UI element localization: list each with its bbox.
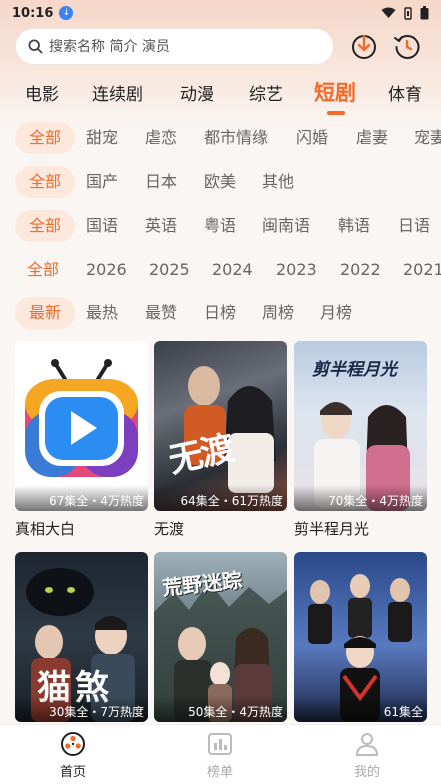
filter-region-option[interactable]: 欧美 bbox=[204, 166, 236, 198]
filter-region-option[interactable]: 国产 bbox=[86, 166, 118, 198]
drama-title: 无渡 bbox=[154, 520, 185, 538]
user-icon bbox=[355, 733, 379, 756]
nav-ranking-label: 榜单 bbox=[206, 765, 233, 780]
filter-language-option[interactable]: 韩语 bbox=[338, 210, 370, 242]
history-icon[interactable] bbox=[393, 32, 421, 60]
episode-heat-label: 50集全・4万热度 bbox=[154, 696, 287, 722]
drama-card[interactable]: 无渡 64集全・61万热度 无渡 bbox=[154, 341, 287, 539]
tab-anime[interactable]: 动漫 bbox=[180, 80, 214, 105]
active-tab-indicator bbox=[327, 111, 345, 115]
sort-option[interactable]: 月榜 bbox=[320, 297, 352, 329]
drama-title: 剪半程月光 bbox=[294, 520, 370, 538]
filter-genre-option[interactable]: 虐妻 bbox=[356, 122, 388, 154]
filter-row-language: 全部 国语 英语 粤语 闽南语 韩语 日语 bbox=[0, 210, 441, 242]
nav-profile-label: 我的 bbox=[353, 765, 380, 780]
search-input[interactable] bbox=[49, 38, 309, 55]
filter-genre-option[interactable]: 虐恋 bbox=[145, 122, 177, 154]
tab-sports[interactable]: 体育 bbox=[388, 80, 422, 105]
filter-language-option[interactable]: 日语 bbox=[398, 210, 430, 242]
filter-language-option[interactable]: 英语 bbox=[145, 210, 177, 242]
filter-year-option[interactable]: 2021 bbox=[403, 254, 441, 286]
download-icon[interactable] bbox=[350, 32, 378, 60]
status-bar: 10:16 ↓ bbox=[0, 0, 441, 26]
episode-heat-label: 30集全・7万热度 bbox=[15, 696, 148, 722]
poster-image[interactable]: 猫煞 30集全・7万热度 bbox=[15, 552, 148, 722]
filter-row-year: 全部 2026 2025 2024 2023 2022 2021 bbox=[0, 254, 441, 286]
filter-row-genre: 全部 甜宠 虐恋 都市情缘 闪婚 虐妻 宠妻 bbox=[0, 122, 441, 154]
vibrate-icon bbox=[404, 6, 412, 20]
filter-genre-option[interactable]: 甜宠 bbox=[86, 122, 118, 154]
filter-year-option[interactable]: 2025 bbox=[149, 254, 190, 286]
filter-language-option[interactable]: 粤语 bbox=[204, 210, 236, 242]
filter-region-all[interactable]: 全部 bbox=[15, 166, 76, 198]
drama-card[interactable]: 荒野迷踪 50集全・4万热度 bbox=[154, 552, 287, 729]
bottom-navigation: 首页 榜单 我的 bbox=[0, 724, 441, 784]
film-reel-icon bbox=[61, 732, 85, 756]
episode-heat-label: 61集全 bbox=[294, 696, 427, 722]
episode-heat-label: 67集全・4万热度 bbox=[15, 485, 148, 511]
download-notification-icon: ↓ bbox=[59, 6, 74, 20]
nav-ranking[interactable]: 榜单 bbox=[180, 731, 260, 780]
sort-option[interactable]: 日榜 bbox=[204, 297, 236, 329]
chart-icon bbox=[208, 733, 232, 755]
filter-year-option[interactable]: 2026 bbox=[86, 254, 127, 286]
episode-heat-label: 70集全・4万热度 bbox=[294, 485, 427, 511]
filter-region-option[interactable]: 其他 bbox=[262, 166, 294, 198]
battery-icon bbox=[420, 6, 429, 20]
tab-variety[interactable]: 综艺 bbox=[249, 80, 283, 105]
nav-profile[interactable]: 我的 bbox=[327, 731, 407, 780]
drama-card[interactable]: 猫煞 30集全・7万热度 bbox=[15, 552, 148, 729]
sort-latest[interactable]: 最新 bbox=[15, 297, 76, 329]
nav-home[interactable]: 首页 bbox=[33, 731, 113, 780]
filter-row-sort: 最新 最热 最赞 日榜 周榜 月榜 bbox=[0, 297, 441, 329]
filter-genre-all[interactable]: 全部 bbox=[15, 122, 76, 154]
drama-card[interactable]: 67集全・4万热度 真相大白 bbox=[15, 341, 148, 539]
poster-image[interactable]: 无渡 64集全・61万热度 bbox=[154, 341, 287, 511]
poster-image[interactable]: 剪半程月光 70集全・4万热度 bbox=[294, 341, 427, 511]
filter-genre-option[interactable]: 闪婚 bbox=[296, 122, 328, 154]
filter-language-option[interactable]: 闽南语 bbox=[262, 210, 310, 242]
poster-image[interactable]: 67集全・4万热度 bbox=[15, 341, 148, 511]
wifi-icon bbox=[381, 7, 396, 18]
filter-language-option[interactable]: 国语 bbox=[86, 210, 118, 242]
filter-language-all[interactable]: 全部 bbox=[15, 210, 76, 242]
filter-year-option[interactable]: 2024 bbox=[212, 254, 253, 286]
search-icon bbox=[28, 39, 43, 54]
filter-year-option[interactable]: 2023 bbox=[276, 254, 317, 286]
nav-home-label: 首页 bbox=[59, 765, 86, 780]
filter-year-option[interactable]: 2022 bbox=[340, 254, 381, 286]
poster-title-art: 剪半程月光 bbox=[312, 360, 397, 380]
status-time: 10:16 bbox=[12, 5, 54, 21]
sort-option[interactable]: 最热 bbox=[86, 297, 118, 329]
search-box[interactable] bbox=[15, 28, 334, 65]
sort-option[interactable]: 周榜 bbox=[262, 297, 294, 329]
filter-row-region: 全部 国产 日本 欧美 其他 bbox=[0, 166, 441, 198]
drama-title: 真相大白 bbox=[15, 520, 76, 538]
filter-genre-option[interactable]: 宠妻 bbox=[414, 122, 441, 154]
filter-region-option[interactable]: 日本 bbox=[145, 166, 177, 198]
drama-card[interactable]: 剪半程月光 70集全・4万热度 剪半程月光 bbox=[294, 341, 427, 539]
category-tabs: 电影 连续剧 动漫 综艺 短剧 体育 bbox=[0, 72, 441, 112]
filter-year-all[interactable]: 全部 bbox=[27, 254, 59, 286]
drama-card[interactable]: 61集全 bbox=[294, 552, 427, 729]
tab-movie[interactable]: 电影 bbox=[25, 80, 59, 105]
episode-heat-label: 64集全・61万热度 bbox=[154, 485, 287, 511]
tab-series[interactable]: 连续剧 bbox=[92, 80, 143, 105]
tab-short-drama[interactable]: 短剧 bbox=[314, 77, 356, 107]
filter-genre-option[interactable]: 都市情缘 bbox=[204, 122, 268, 154]
sort-option[interactable]: 最赞 bbox=[145, 297, 177, 329]
poster-image[interactable]: 荒野迷踪 50集全・4万热度 bbox=[154, 552, 287, 722]
poster-image[interactable]: 61集全 bbox=[294, 552, 427, 722]
